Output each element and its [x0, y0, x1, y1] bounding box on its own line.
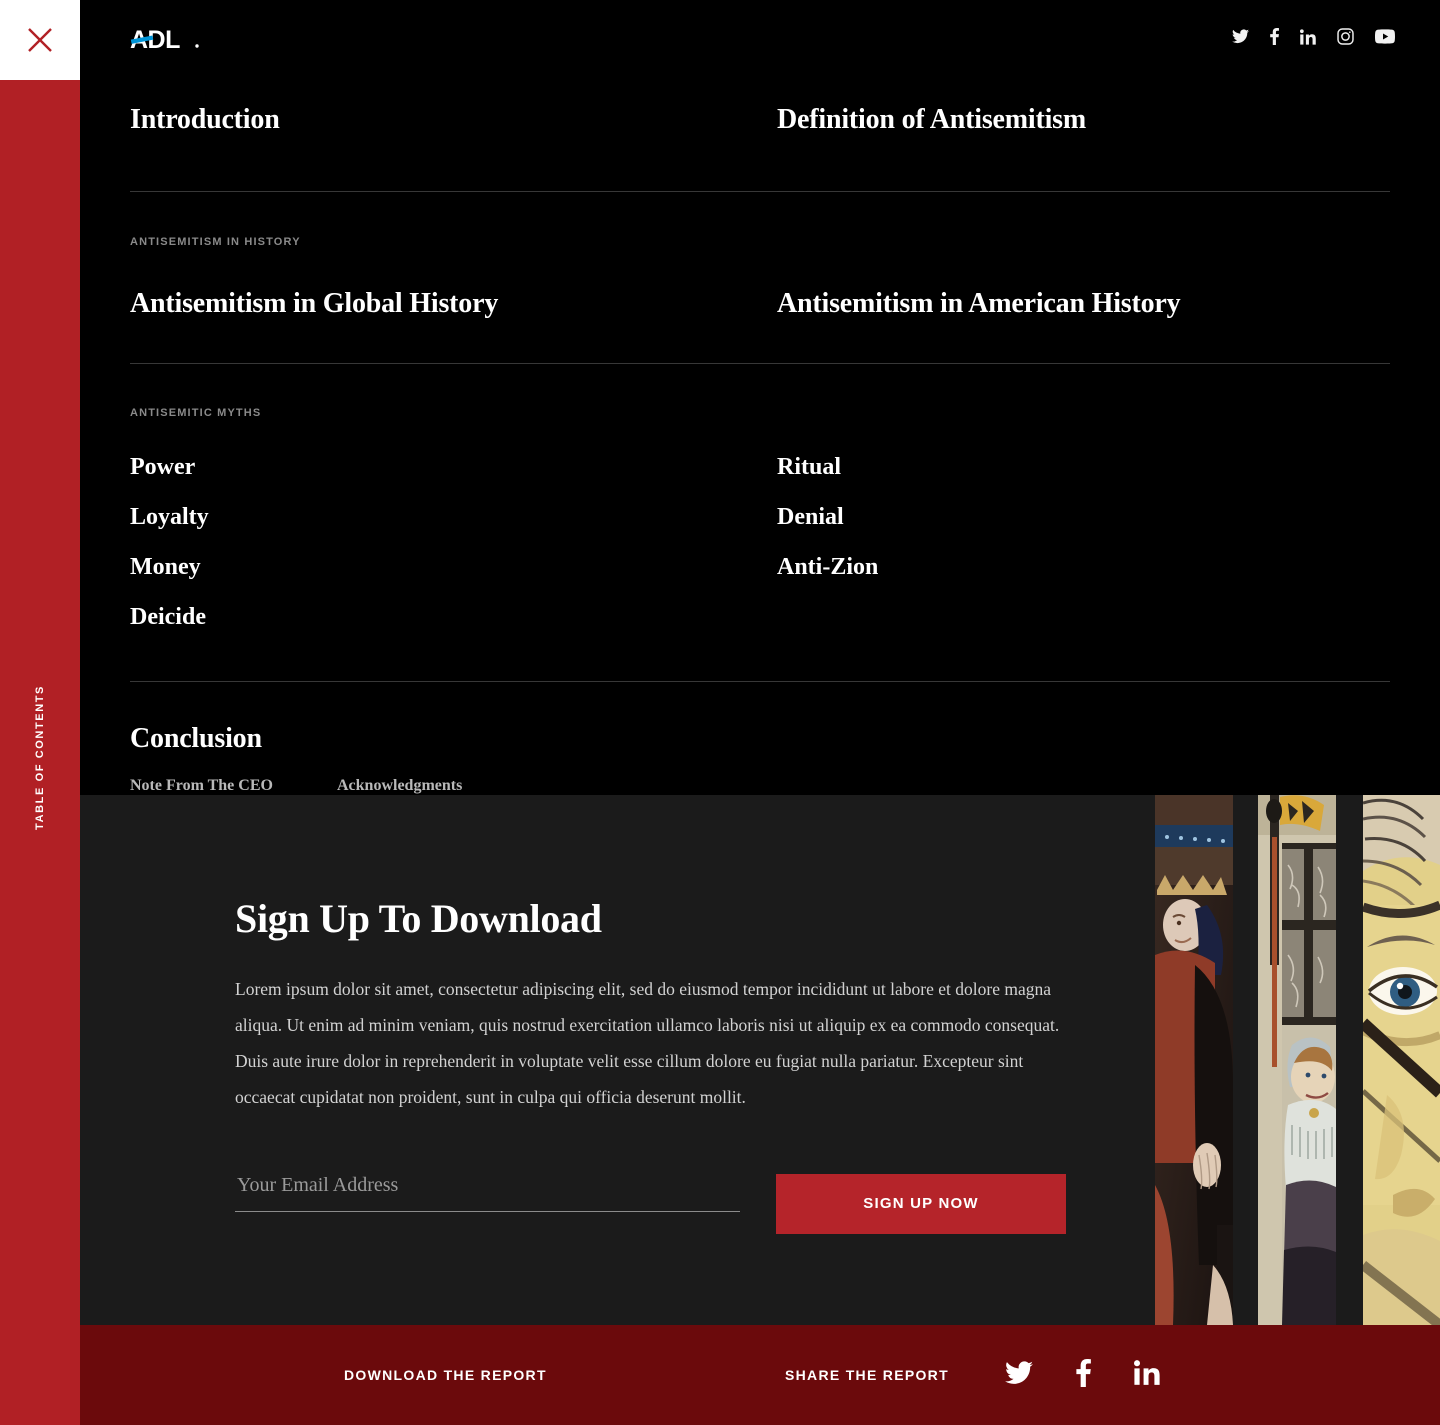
toc-row-myths: Power Loyalty Money Deicide Ritual Denia… [130, 455, 1390, 629]
toc-col-left: Power Loyalty Money Deicide [130, 455, 777, 629]
toc-section-myths: ANTISEMITIC MYTHS Power Loyalty Money De… [130, 407, 1390, 629]
share-the-report-label: SHARE THE REPORT [785, 1367, 949, 1383]
toc-link-acknowledgments[interactable]: Acknowledgments [337, 777, 462, 795]
signup-title: Sign Up To Download [235, 896, 602, 941]
facebook-icon[interactable] [1270, 28, 1279, 50]
instagram-icon[interactable] [1337, 28, 1354, 50]
header-social-links [1232, 28, 1395, 50]
close-icon [25, 25, 55, 55]
signup-description: Lorem ipsum dolor sit amet, consectetur … [235, 979, 1060, 1107]
toc-divider-2 [130, 362, 1390, 364]
manuscript-banner-strip [1258, 795, 1336, 1325]
email-input[interactable] [235, 1173, 740, 1212]
toc-link-antisemitism-in-global-history[interactable]: Antisemitism in Global History [130, 289, 498, 319]
toc-link-antisemitism-in-american-history[interactable]: Antisemitism in American History [777, 289, 1181, 319]
signup-section: Sign Up To Download Lorem ipsum dolor si… [80, 795, 1440, 1325]
signup-content: Sign Up To Download Lorem ipsum dolor si… [235, 895, 1075, 1234]
left-rail: TABLE OF CONTENTS [0, 0, 80, 1425]
toc-row-history: Antisemitism in Global History Antisemit… [130, 289, 1390, 319]
toc-link-note-from-the-ceo[interactable]: Note From The CEO [130, 777, 337, 795]
linkedin-icon[interactable] [1134, 1360, 1160, 1390]
toc-kicker-myths: ANTISEMITIC MYTHS [130, 406, 262, 419]
table-of-contents-vertical-label: TABLE OF CONTENTS [0, 0, 80, 1425]
toc-content: Introduction Definition of Antisemitism … [130, 80, 1390, 795]
toc-section-conclusion: Conclusion Note From The CEO Acknowledgm… [130, 723, 1390, 795]
caricature-eye-strip [1363, 795, 1440, 1325]
twitter-icon[interactable] [1232, 29, 1249, 49]
table-of-contents-panel: ADL Introduction Definition of Antisemit… [80, 0, 1440, 795]
toc-row-top: Introduction Definition of Antisemitism [130, 105, 1390, 135]
youtube-icon[interactable] [1375, 29, 1395, 49]
toc-conclusion-sublinks: Note From The CEO Acknowledgments [130, 777, 1390, 795]
toc-link-definition-of-antisemitism[interactable]: Definition of Antisemitism [777, 105, 1086, 135]
adl-logo[interactable]: ADL [130, 25, 202, 55]
toc-col-left: Antisemitism in Global History [130, 289, 777, 319]
signup-form: SIGN UP NOW [235, 1173, 1075, 1234]
twitter-icon[interactable] [1005, 1360, 1033, 1390]
report-footer-bar: DOWNLOAD THE REPORT SHARE THE REPORT [80, 1325, 1440, 1425]
toc-vertical-text: TABLE OF CONTENTS [34, 685, 46, 830]
toc-col-right: Definition of Antisemitism [777, 105, 1086, 135]
toc-section-history: ANTISEMITISM IN HISTORY Antisemitism in … [130, 236, 1390, 318]
toc-link-money[interactable]: Money [130, 555, 201, 579]
toc-divider-1 [130, 191, 1390, 193]
toc-link-power[interactable]: Power [130, 455, 195, 479]
close-button[interactable] [0, 0, 80, 80]
sign-up-now-button[interactable]: SIGN UP NOW [776, 1173, 1066, 1234]
overlay-header: ADL [80, 0, 1440, 80]
toc-link-anti-zion[interactable]: Anti-Zion [777, 555, 878, 579]
footer-social-links [1005, 1358, 1160, 1392]
facebook-icon[interactable] [1076, 1358, 1091, 1392]
toc-link-loyalty[interactable]: Loyalty [130, 505, 209, 529]
manuscript-king-strip [1155, 795, 1233, 1325]
toc-link-deicide[interactable]: Deicide [130, 605, 206, 629]
toc-overlay-page: TABLE OF CONTENTS ADL Introduction Defin… [0, 0, 1440, 1425]
toc-col-left: Introduction [130, 105, 777, 135]
toc-link-conclusion[interactable]: Conclusion [130, 723, 262, 753]
linkedin-icon[interactable] [1300, 28, 1316, 50]
toc-col-right: Ritual Denial Anti-Zion [777, 455, 878, 629]
footer-content: DOWNLOAD THE REPORT SHARE THE REPORT [80, 1325, 1440, 1425]
download-the-report-link[interactable]: DOWNLOAD THE REPORT [344, 1367, 547, 1383]
toc-divider-3 [130, 680, 1390, 682]
signup-image-strips [1140, 795, 1440, 1325]
toc-link-introduction[interactable]: Introduction [130, 105, 280, 135]
toc-col-right: Antisemitism in American History [777, 289, 1181, 319]
toc-link-ritual[interactable]: Ritual [777, 455, 841, 479]
toc-link-denial[interactable]: Denial [777, 505, 844, 529]
toc-kicker-history: ANTISEMITISM IN HISTORY [130, 236, 301, 249]
